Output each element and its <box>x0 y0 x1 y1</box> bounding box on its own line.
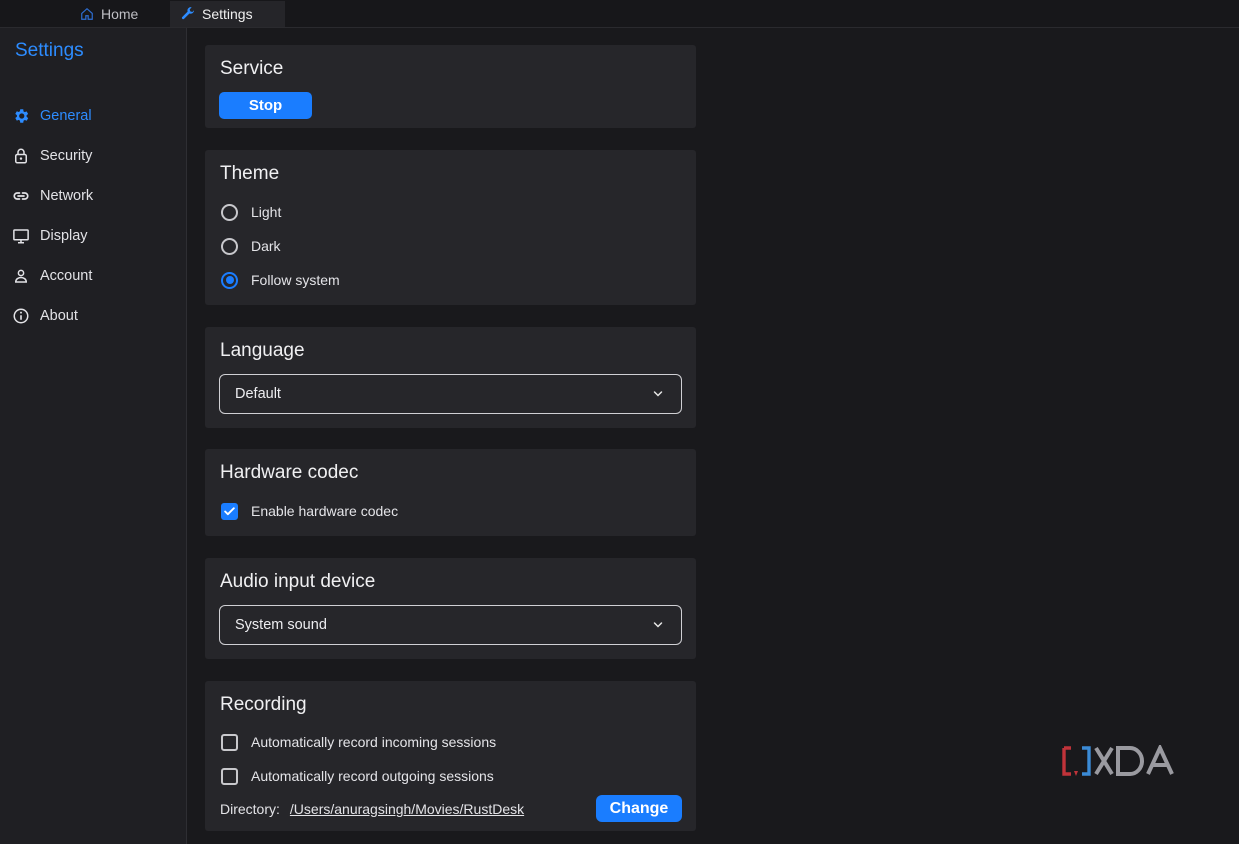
directory-path-link[interactable]: /Users/anuragsingh/Movies/RustDesk <box>290 801 524 817</box>
sidebar-item-label: Network <box>40 188 94 204</box>
chevron-down-icon <box>653 622 663 628</box>
settings-content: Service Stop Theme Light Dark Follow sys… <box>188 28 1239 844</box>
wrench-icon <box>181 7 195 20</box>
tab-home[interactable]: Home <box>80 1 168 27</box>
sidebar-item-security[interactable]: Security <box>12 144 92 168</box>
enable-hardware-codec-option[interactable]: Enable hardware codec <box>221 501 398 521</box>
lock-icon <box>15 148 27 164</box>
audio-input-card: Audio input device System sound <box>205 558 696 659</box>
person-icon <box>14 269 28 283</box>
checkbox[interactable] <box>221 733 238 751</box>
sidebar-item-label: Account <box>40 268 93 284</box>
sidebar-title: Settings <box>15 40 84 61</box>
theme-option-light[interactable]: Light <box>221 202 281 222</box>
language-select-value: Default <box>235 386 281 402</box>
language-card: Language Default <box>205 327 696 428</box>
audio-input-title: Audio input device <box>220 571 376 592</box>
sidebar-item-label: General <box>40 108 92 124</box>
stop-service-button[interactable]: Stop <box>219 92 312 119</box>
record-outgoing-option[interactable]: Automatically record outgoing sessions <box>221 766 494 786</box>
enable-hardware-codec-label: Enable hardware codec <box>251 503 399 519</box>
recording-card: Recording Automatically record incoming … <box>205 681 696 831</box>
checkbox[interactable] <box>221 767 238 785</box>
theme-option-follow-system[interactable]: Follow system <box>221 270 340 290</box>
tab-home-label: Home <box>101 6 139 22</box>
sidebar-item-account[interactable]: Account <box>12 264 92 288</box>
recording-directory-row: Directory: /Users/anuragsingh/Movies/Rus… <box>220 801 524 817</box>
chevron-down-icon <box>653 391 663 397</box>
gear-icon <box>15 109 29 123</box>
sidebar-item-display[interactable]: Display <box>12 224 88 248</box>
theme-option-label: Dark <box>251 238 281 254</box>
tab-settings[interactable]: Settings <box>170 1 285 27</box>
recording-title: Recording <box>220 694 307 715</box>
radio-button[interactable] <box>221 237 238 255</box>
sidebar-item-network[interactable]: Network <box>12 184 93 208</box>
radio-button-selected[interactable] <box>221 271 238 289</box>
hardware-codec-card: Hardware codec Enable hardware codec <box>205 449 696 536</box>
hardware-codec-title: Hardware codec <box>220 462 359 483</box>
record-incoming-label: Automatically record incoming sessions <box>251 734 497 750</box>
home-icon <box>81 7 93 20</box>
monitor-icon <box>13 229 29 244</box>
language-title: Language <box>220 340 305 361</box>
theme-option-label: Light <box>251 204 282 220</box>
theme-option-dark[interactable]: Dark <box>221 236 281 256</box>
tab-settings-label: Settings <box>202 6 253 22</box>
sidebar-item-about[interactable]: About <box>12 304 78 328</box>
sidebar-item-label: About <box>40 308 78 324</box>
checkmark-icon <box>224 506 235 515</box>
record-outgoing-label: Automatically record outgoing sessions <box>251 768 494 784</box>
sidebar-item-general[interactable]: General <box>12 104 92 128</box>
service-title: Service <box>220 58 284 79</box>
audio-input-select[interactable]: System sound <box>219 605 682 645</box>
directory-label: Directory: <box>220 801 280 817</box>
xda-watermark-logo <box>1062 745 1174 776</box>
theme-option-label: Follow system <box>251 272 340 288</box>
audio-input-select-value: System sound <box>235 617 327 633</box>
sidebar-item-label: Security <box>40 148 93 164</box>
change-directory-button[interactable]: Change <box>596 795 682 822</box>
link-icon <box>13 192 29 200</box>
record-incoming-option[interactable]: Automatically record incoming sessions <box>221 732 496 752</box>
tab-bar: Home Settings <box>0 0 1239 28</box>
theme-title: Theme <box>220 163 280 184</box>
sidebar: Settings General Security Network Displa… <box>0 28 187 844</box>
checkbox-checked[interactable] <box>221 502 238 520</box>
language-select[interactable]: Default <box>219 374 682 414</box>
sidebar-item-label: Display <box>40 228 88 244</box>
radio-button[interactable] <box>221 203 238 221</box>
info-icon <box>13 308 29 324</box>
theme-card: Theme Light Dark Follow system <box>205 150 696 305</box>
service-card: Service Stop <box>205 45 696 128</box>
